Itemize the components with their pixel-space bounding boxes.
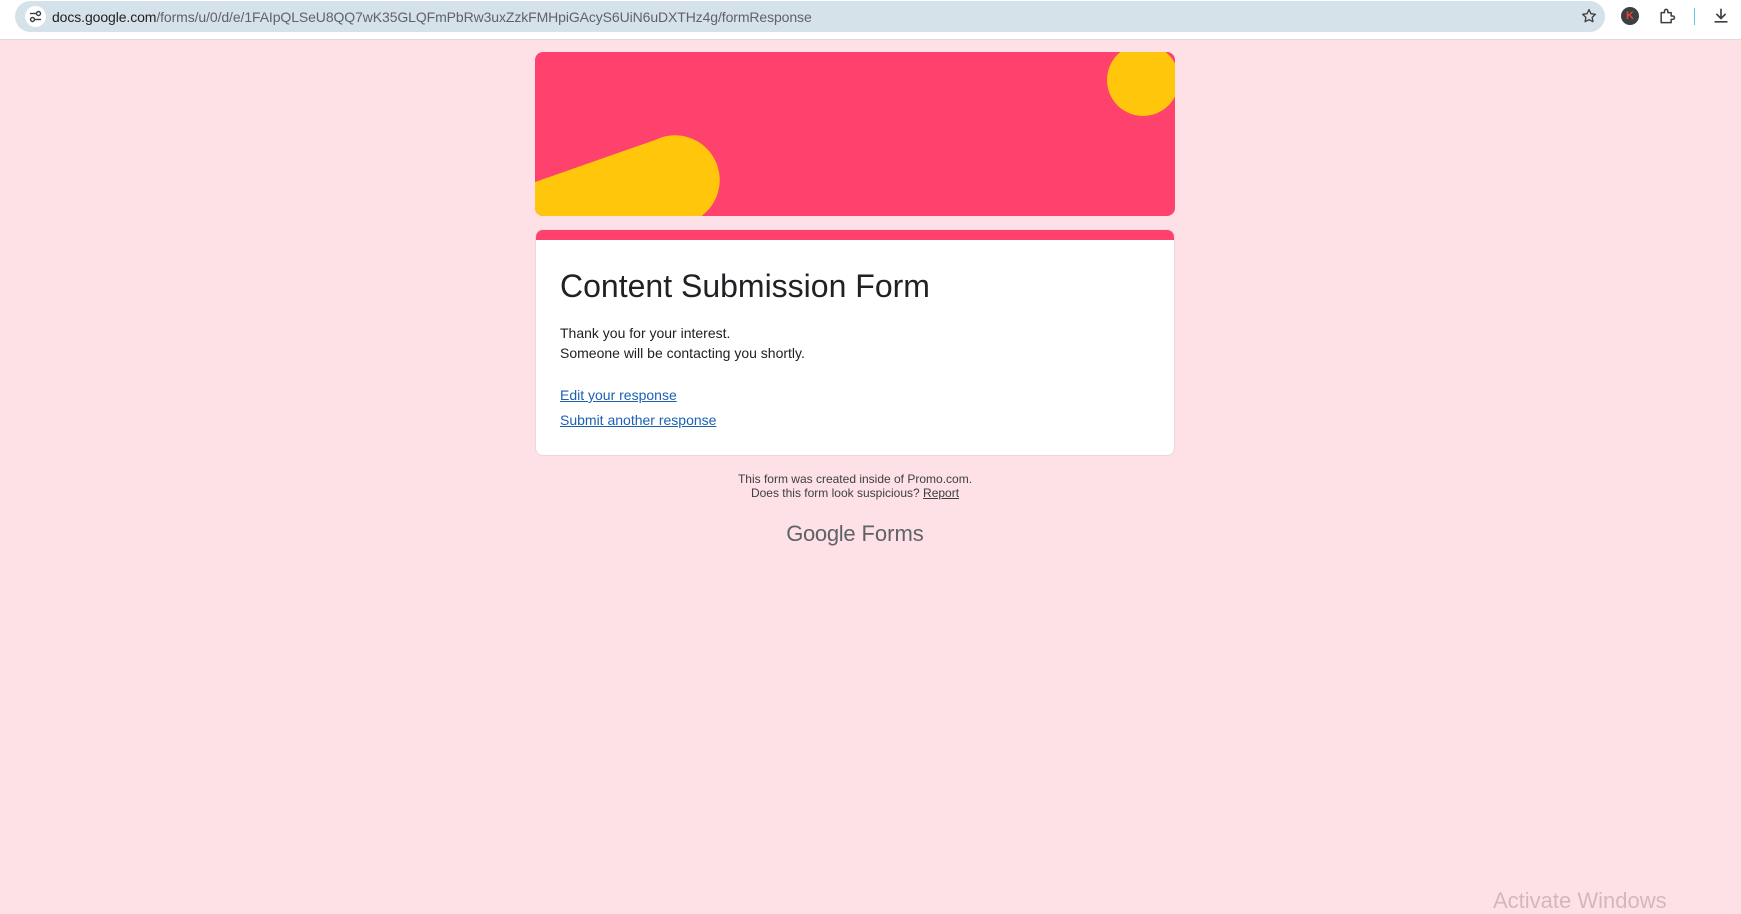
footer-notice: This form was created inside of Promo.co… <box>535 472 1175 500</box>
report-link[interactable]: Report <box>923 486 959 500</box>
confirmation-message: Thank you for your interest. Someone wil… <box>560 323 805 363</box>
edit-response-link[interactable]: Edit your response <box>560 387 677 403</box>
confirmation-card: Content Submission Form Thank you for yo… <box>535 229 1175 456</box>
puzzle-icon[interactable] <box>1657 6 1677 31</box>
download-icon[interactable] <box>1711 6 1731 31</box>
card-accent-bar <box>536 230 1174 240</box>
brand-google: Google <box>786 521 856 546</box>
star-icon[interactable] <box>1580 7 1598 30</box>
google-forms-logo[interactable]: Google Forms <box>535 521 1175 547</box>
form-header-banner <box>535 52 1175 216</box>
confirmation-line-1: Thank you for your interest. <box>560 325 731 341</box>
url-host: docs.google.com <box>52 9 157 25</box>
footer-notice-line-1: This form was created inside of Promo.co… <box>737 472 973 486</box>
confirmation-line-2: Someone will be contacting you shortly. <box>560 345 805 361</box>
toolbar-divider <box>1694 8 1695 25</box>
url-text[interactable]: docs.google.com/forms/u/0/d/e/1FAIpQLSeU… <box>52 9 812 25</box>
os-activation-watermark: Activate Windows <box>1493 888 1667 913</box>
banner-pill-shape <box>535 135 720 216</box>
address-bar[interactable]: docs.google.com/forms/u/0/d/e/1FAIpQLSeU… <box>15 1 1605 32</box>
site-info-icon[interactable] <box>25 6 46 27</box>
suspicious-question: Does this form look suspicious? <box>750 486 920 500</box>
url-path: /forms/u/0/d/e/1FAIpQLSeU8QQ7wK35GLQFmPb… <box>156 9 812 25</box>
form-title: Content Submission Form <box>560 268 930 304</box>
footer-notice-line-2: Does this form look suspicious? Report <box>535 486 1175 500</box>
submit-another-response-link[interactable]: Submit another response <box>560 412 716 428</box>
browser-toolbar: docs.google.com/forms/u/0/d/e/1FAIpQLSeU… <box>0 0 1741 40</box>
brand-forms: Forms <box>861 521 924 546</box>
banner-circle-shape <box>1107 52 1175 116</box>
profile-avatar[interactable]: K <box>1621 7 1639 25</box>
